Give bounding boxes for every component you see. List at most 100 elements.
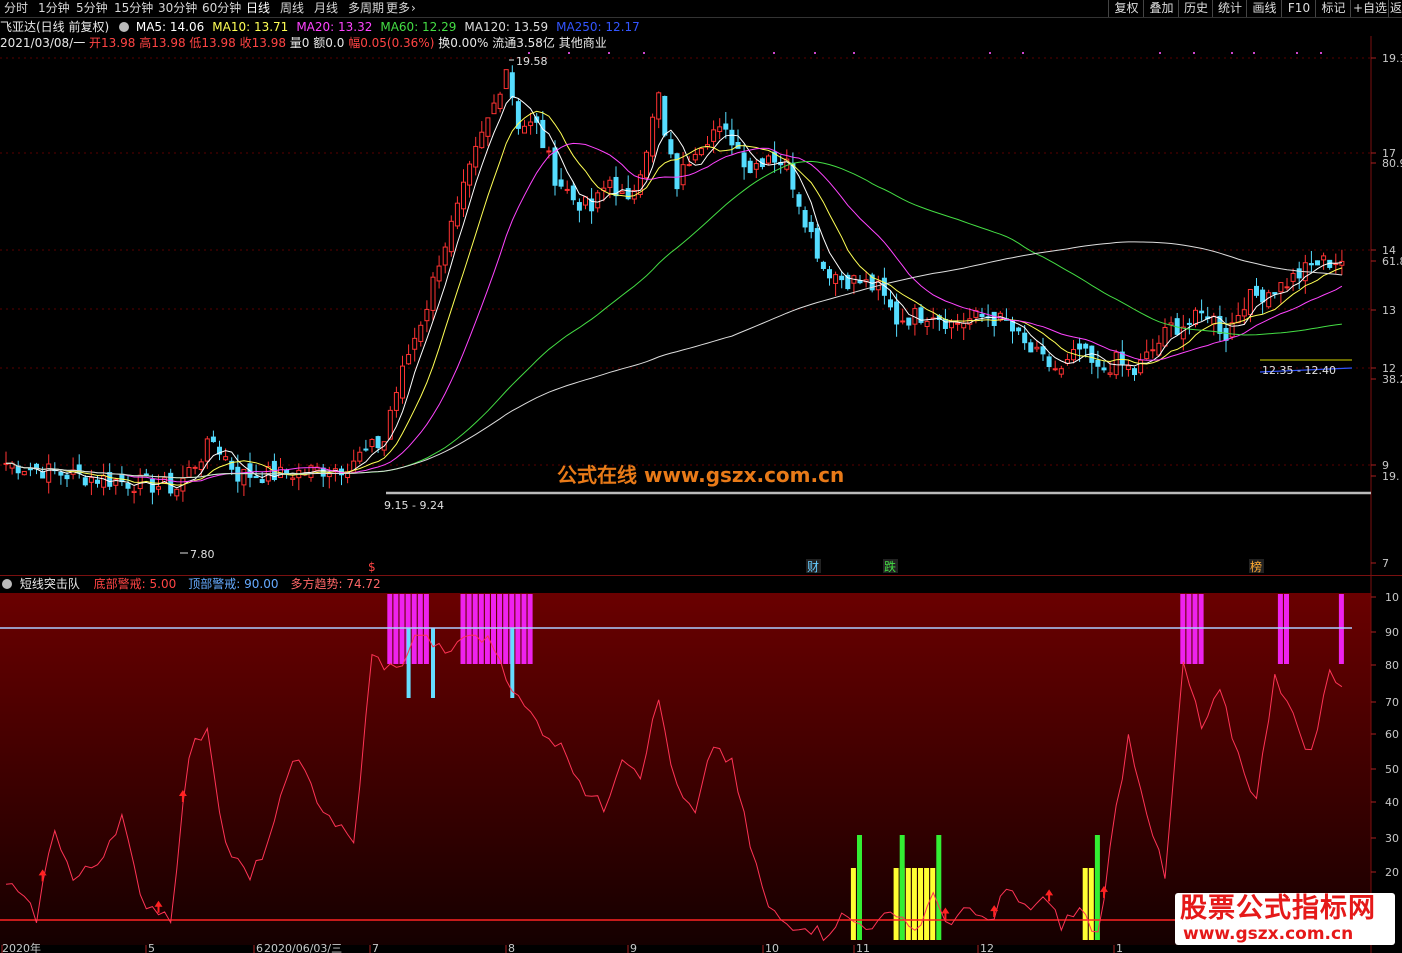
period-tab-4[interactable]: 30分钟: [158, 0, 197, 17]
candle-body: [1254, 285, 1259, 296]
bottom-green-bar: [899, 835, 905, 940]
top-signal-bar: [484, 594, 490, 664]
candle-body: [949, 320, 954, 329]
candle-body: [1266, 292, 1272, 308]
top-signal-bar: [1180, 594, 1186, 664]
candle-body: [192, 466, 198, 469]
candle-body: [393, 392, 399, 411]
period-tab-9[interactable]: 多周期: [348, 0, 384, 17]
period-tab-3[interactable]: 15分钟: [114, 0, 153, 17]
candle-body: [753, 163, 759, 170]
candle-body: [1125, 365, 1131, 370]
candle-body: [369, 438, 375, 448]
top-signal-bar: [460, 594, 466, 664]
candle-body: [570, 185, 576, 201]
period-tab-1[interactable]: 1分钟: [38, 0, 70, 17]
candle-body: [509, 72, 515, 98]
candle-body: [1199, 310, 1205, 314]
candle-body: [686, 164, 692, 167]
candle-body: [961, 322, 967, 329]
date-axis-label: 8: [508, 942, 515, 953]
price-axis-label: 61.8: [1382, 255, 1402, 268]
more-arrow-icon[interactable]: ›: [411, 0, 416, 17]
period-tab-8[interactable]: 月线: [314, 0, 338, 17]
toolbar-button-4[interactable]: 画线: [1246, 0, 1282, 17]
candle-body: [564, 188, 570, 191]
candle-body: [894, 301, 900, 325]
candle-body: [461, 181, 466, 210]
watermark-title: 股票公式指标网: [1180, 893, 1376, 924]
toolbar-button-1[interactable]: 叠加: [1143, 0, 1179, 17]
event-marker-2: 跌: [884, 559, 896, 574]
candle-body: [101, 475, 107, 488]
ma-label-0: MA5: 14.06: [135, 20, 205, 34]
ma-line-2: [5, 142, 1343, 483]
price-axis-label: 80.9: [1382, 157, 1402, 170]
date-axis-label: 1: [1116, 942, 1123, 953]
top-signal-bar: [466, 594, 472, 664]
top-signal-bar: [387, 594, 393, 664]
toolbar-button-5[interactable]: F10: [1281, 0, 1316, 17]
top-cyan-bar: [406, 628, 411, 698]
candle-body: [357, 451, 363, 462]
date-axis-label: 6: [256, 942, 263, 953]
candle-body: [1113, 351, 1119, 376]
toolbar-button-6[interactable]: 标记: [1315, 0, 1351, 17]
candle-body: [375, 436, 381, 449]
period-tab-0[interactable]: 分时: [4, 0, 28, 17]
top-signal-bar: [1198, 594, 1204, 664]
indicator-collapse-icon[interactable]: [2, 579, 12, 589]
candle-body: [82, 477, 88, 486]
candle-body: [924, 320, 930, 327]
candle-body: [479, 131, 485, 149]
candle-body: [802, 210, 808, 228]
candle-body: [1083, 343, 1089, 349]
period-tab-10[interactable]: 更多: [386, 0, 410, 17]
candle-body: [1040, 346, 1046, 355]
date-axis-label: 11: [856, 942, 870, 953]
toolbar-button-2[interactable]: 历史: [1178, 0, 1213, 17]
period-tab-2[interactable]: 5分钟: [76, 0, 108, 17]
high-annotation: 19.58: [516, 55, 548, 68]
indicator-param-2: 多方趋势: 74.72: [290, 577, 381, 591]
period-tab-6[interactable]: 日线: [246, 0, 270, 17]
period-tab-7[interactable]: 周线: [280, 0, 304, 17]
candle-body: [1278, 282, 1284, 293]
period-tab-5[interactable]: 60分钟: [202, 0, 241, 17]
candle-body: [1132, 368, 1137, 376]
candle-body: [1107, 372, 1113, 375]
top-signal-bar: [515, 594, 521, 664]
top-marker-12: [1253, 52, 1255, 54]
candle-body: [1284, 286, 1290, 289]
candle-body: [540, 119, 546, 149]
candle-body: [558, 179, 564, 187]
date-axis-label: 2020/06/03/三: [264, 942, 342, 953]
bottom-yellow-bar: [918, 868, 923, 940]
candle-body: [644, 151, 649, 179]
candle-body: [1260, 289, 1266, 303]
top-marker-0: [528, 52, 530, 54]
candle-body: [888, 299, 893, 308]
bottom-green-bar: [936, 835, 942, 940]
price-axis-label: 19.: [1382, 470, 1400, 483]
candle-body: [827, 269, 832, 279]
top-signal-bar: [1186, 594, 1192, 664]
toolbar-button-0[interactable]: 复权: [1108, 0, 1144, 17]
price-axis-label: 38.2: [1382, 373, 1402, 386]
top-signal-bar: [393, 594, 399, 664]
candle-body: [1339, 260, 1345, 266]
event-marker-1: 财: [807, 560, 819, 574]
toolbar-button-8[interactable]: 返: [1388, 0, 1402, 17]
indicator-background: [0, 593, 1371, 945]
collapse-icon[interactable]: [119, 22, 130, 32]
toolbar-button-7[interactable]: +自选: [1350, 0, 1389, 17]
range-annotation-1: 9.15 - 9.24: [384, 499, 444, 512]
candle-body: [546, 150, 552, 153]
candle-body: [1162, 326, 1168, 347]
candle-body: [796, 194, 802, 207]
candlestick-chart[interactable]: 19.321780.91461.8131238.2919.719.587.809…: [0, 36, 1402, 576]
top-signal-bar: [527, 594, 533, 664]
top-marker-2: [608, 52, 610, 54]
candle-body: [430, 276, 436, 311]
toolbar-button-3[interactable]: 统计: [1212, 0, 1247, 17]
